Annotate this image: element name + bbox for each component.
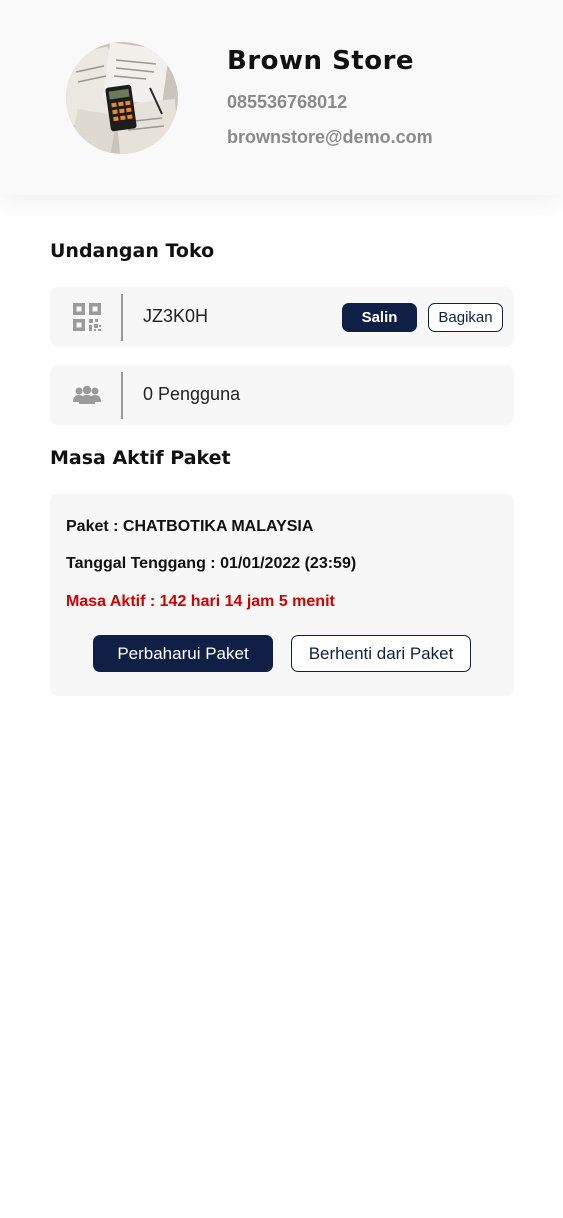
share-button[interactable]: Bagikan bbox=[428, 303, 503, 332]
row-divider bbox=[121, 372, 123, 419]
users-card: 0 Pengguna bbox=[50, 365, 514, 425]
renew-package-button[interactable]: Perbaharui Paket bbox=[93, 635, 273, 672]
stop-package-button[interactable]: Berhenti dari Paket bbox=[291, 635, 471, 672]
copy-button[interactable]: Salin bbox=[342, 303, 417, 332]
qr-code-icon bbox=[72, 301, 102, 333]
avatar-image bbox=[66, 42, 178, 154]
invite-code: JZ3K0H bbox=[143, 306, 209, 326]
profile-header: Brown Store 085536768012 brownstore@demo… bbox=[0, 0, 563, 195]
grace-date: Tanggal Tenggang : 01/01/2022 (23:59) bbox=[66, 555, 357, 572]
active-period: Masa Aktif : 142 hari 14 jam 5 menit bbox=[66, 593, 335, 610]
users-count: 0 Pengguna bbox=[143, 384, 241, 404]
users-group-icon bbox=[72, 379, 102, 411]
package-card: Paket : CHATBOTIKA MALAYSIA Tanggal Teng… bbox=[50, 494, 514, 696]
invite-code-card: JZ3K0H Salin Bagikan bbox=[50, 287, 514, 347]
store-phone: 085536768012 bbox=[227, 92, 348, 112]
store-email: brownstore@demo.com bbox=[227, 127, 433, 147]
invite-section-title: Undangan Toko bbox=[50, 240, 215, 262]
store-avatar bbox=[66, 42, 178, 154]
store-name: Brown Store bbox=[227, 46, 415, 76]
package-name: Paket : CHATBOTIKA MALAYSIA bbox=[66, 518, 314, 535]
package-section-title: Masa Aktif Paket bbox=[50, 447, 231, 469]
row-divider bbox=[121, 294, 123, 341]
